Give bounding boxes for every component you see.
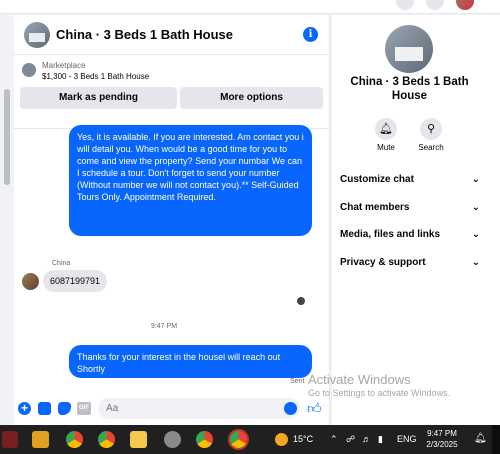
composer: + GIF 👍︎ xyxy=(14,395,330,425)
mute-label: Mute xyxy=(377,143,395,152)
listing-avatar[interactable] xyxy=(24,22,50,48)
clock-date: 2/3/2025 xyxy=(426,440,458,449)
profile-icon[interactable] xyxy=(456,0,474,10)
chevron-down-icon: ⌄ xyxy=(471,174,480,185)
bell-icon: 🔔︎ xyxy=(375,118,397,140)
sticker-icon[interactable] xyxy=(58,402,71,415)
item-label: Media, files and links xyxy=(340,229,441,240)
chat-panel: China · 3 Beds 1 Bath House i Marketplac… xyxy=(14,15,338,425)
watermark-title: Activate Windows xyxy=(308,372,411,387)
chat-members-item[interactable]: Chat members ⌄ xyxy=(340,200,480,216)
item-label: Privacy & support xyxy=(340,257,426,268)
mark-pending-button[interactable]: Mark as pending xyxy=(20,87,177,109)
seen-indicator xyxy=(297,297,305,305)
weather-icon[interactable] xyxy=(275,433,288,446)
app-icon[interactable] xyxy=(164,431,181,448)
apps-icon[interactable] xyxy=(396,0,414,10)
info-icon[interactable]: i xyxy=(303,27,318,42)
page-scrollbar[interactable] xyxy=(0,15,14,425)
image-icon[interactable] xyxy=(38,402,51,415)
language-indicator[interactable]: ENG xyxy=(397,434,417,444)
notification-bell-icon[interactable]: 🔔︎ xyxy=(474,433,487,444)
nav-icon[interactable] xyxy=(116,0,134,10)
chrome-icon[interactable] xyxy=(98,431,115,448)
activation-watermark: Activate Windows Go to Settings to activ… xyxy=(308,372,450,398)
outgoing-message[interactable]: Thanks for your interest in the housel w… xyxy=(69,345,312,378)
marketplace-box: Marketplace $1,300 - 3 Beds 1 Bath House… xyxy=(14,55,330,129)
sender-name: China xyxy=(52,260,71,267)
chat-header: China · 3 Beds 1 Bath House i xyxy=(14,15,330,55)
time-separator: 9:47 PM xyxy=(150,323,178,330)
chevron-down-icon: ⌄ xyxy=(471,229,480,240)
media-files-links-item[interactable]: Media, files and links ⌄ xyxy=(340,227,480,243)
marketplace-label: Marketplace xyxy=(42,61,86,70)
battery-icon[interactable]: ▮ xyxy=(378,434,383,445)
more-options-button[interactable]: More options xyxy=(180,87,323,109)
chevron-up-icon[interactable]: ⌃ xyxy=(330,434,338,445)
mute-button[interactable]: 🔔︎ Mute xyxy=(366,118,406,152)
search-button[interactable]: ⚲ Search xyxy=(411,118,451,152)
listing-avatar-large xyxy=(385,25,433,73)
item-label: Customize chat xyxy=(340,174,414,185)
watermark-subtitle: Go to Settings to activate Windows. xyxy=(308,388,451,398)
details-title: China · 3 Beds 1 Bath House xyxy=(350,76,469,102)
clock-time: 9:47 PM xyxy=(427,429,457,438)
details-panel: China · 3 Beds 1 Bath House 🔔︎ Mute ⚲ Se… xyxy=(332,15,500,425)
chevron-down-icon: ⌄ xyxy=(471,202,480,213)
incoming-message[interactable]: 6087199791 xyxy=(43,270,107,292)
message-input[interactable] xyxy=(98,398,300,419)
outgoing-message[interactable]: Yes, it is available. If you are interes… xyxy=(69,125,312,236)
folder-icon[interactable] xyxy=(130,431,147,448)
taskbar-app-icon[interactable] xyxy=(2,431,18,448)
network-icon[interactable]: ☍ xyxy=(346,434,355,445)
chat-title[interactable]: China · 3 Beds 1 Bath House xyxy=(56,27,233,42)
listing-detail[interactable]: $1,300 - 3 Beds 1 Bath House xyxy=(42,72,149,81)
volume-icon[interactable]: ♬ xyxy=(362,434,371,444)
search-label: Search xyxy=(418,143,444,152)
gif-icon[interactable]: GIF xyxy=(77,402,91,415)
sender-avatar[interactable] xyxy=(22,273,39,290)
chevron-down-icon: ⌄ xyxy=(471,257,480,268)
privacy-support-item[interactable]: Privacy & support ⌄ xyxy=(340,255,480,271)
temperature[interactable]: 15°C xyxy=(293,434,313,444)
chrome-icon[interactable] xyxy=(66,431,83,448)
top-bar xyxy=(0,0,500,14)
plus-icon[interactable]: + xyxy=(18,402,31,415)
message-status: Sent xyxy=(290,378,305,385)
chrome-icon[interactable] xyxy=(230,431,247,448)
notification-icon[interactable] xyxy=(426,0,444,10)
windows-start-icon[interactable] xyxy=(32,431,49,448)
page-scrollbar-thumb[interactable] xyxy=(4,89,10,185)
taskbar: 15°C ⌃ ☍ ♬ ▮ ENG 9:47 PM 2/3/2025 🔔︎ xyxy=(0,425,500,454)
nav-icon[interactable] xyxy=(68,0,86,10)
chrome-icon[interactable] xyxy=(196,431,213,448)
item-label: Chat members xyxy=(340,202,410,213)
clock[interactable]: 9:47 PM 2/3/2025 xyxy=(420,428,464,450)
show-desktop-button[interactable] xyxy=(492,425,500,454)
marketplace-thumbnail xyxy=(22,63,36,77)
like-icon[interactable]: 👍︎ xyxy=(307,400,323,416)
screen: China · 3 Beds 1 Bath House i Marketplac… xyxy=(0,0,500,454)
customize-chat-item[interactable]: Customize chat ⌄ xyxy=(340,172,480,188)
emoji-icon[interactable] xyxy=(284,402,297,415)
search-icon: ⚲ xyxy=(420,118,442,140)
